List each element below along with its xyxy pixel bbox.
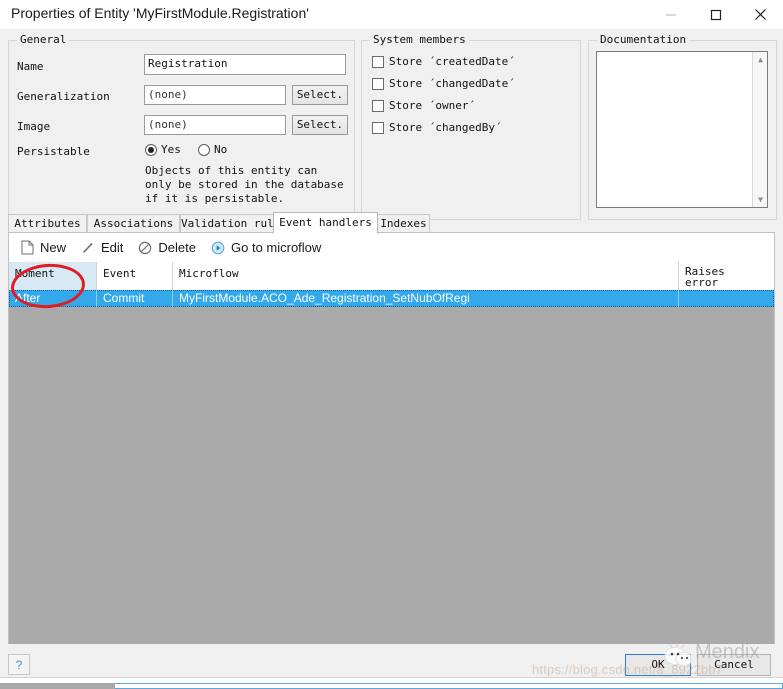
checkbox-icon (372, 78, 384, 90)
minimize-button[interactable] (648, 0, 693, 29)
window-title: Properties of Entity 'MyFirstModule.Regi… (11, 5, 309, 21)
taskbar-left-segment (0, 683, 115, 689)
scroll-up-icon[interactable]: ▲ (753, 52, 768, 67)
checkbox-icon (372, 56, 384, 68)
taskbar-strip (0, 683, 783, 689)
checkbox-label: Store ´owner´ (389, 99, 475, 112)
checkbox-icon (372, 100, 384, 112)
checkbox-store-created-date[interactable]: Store ´createdDate´ (372, 55, 515, 68)
tab-indexes[interactable]: Indexes (377, 214, 430, 233)
column-header-moment[interactable]: Moment (9, 262, 97, 290)
radio-selected-icon (145, 144, 157, 156)
event-handlers-grid: Moment Event Microflow Raises error Afte… (9, 262, 774, 665)
persistable-label: Persistable (17, 145, 90, 158)
new-button-label: New (40, 240, 66, 255)
persistable-yes-label: Yes (161, 143, 181, 156)
entity-properties-dialog: Properties of Entity 'MyFirstModule.Regi… (0, 0, 783, 689)
generalization-input[interactable]: (none) (144, 85, 286, 105)
delete-button-label: Delete (158, 240, 196, 255)
edit-button-label: Edit (101, 240, 123, 255)
documentation-group-title: Documentation (597, 33, 689, 46)
generalization-label: Generalization (17, 90, 110, 103)
new-button[interactable]: New (19, 240, 66, 256)
column-header-raises-error[interactable]: Raises error (679, 262, 774, 290)
new-document-icon (19, 240, 35, 256)
dialog-content: General Name Registration Generalization… (0, 29, 783, 644)
system-members-group: System members Store ´createdDate´ Store… (361, 40, 581, 220)
cell-microflow: MyFirstModule.ACO_Ade_Registration_SetNu… (173, 290, 679, 307)
tab-event-handlers[interactable]: Event handlers (273, 212, 378, 234)
go-to-microflow-button[interactable]: Go to microflow (210, 240, 321, 256)
checkbox-label: Store ´changedBy´ (389, 121, 502, 134)
system-members-group-title: System members (370, 33, 469, 46)
pencil-icon (80, 240, 96, 256)
grid-header-row: Moment Event Microflow Raises error (9, 262, 774, 291)
generalization-select-button[interactable]: Select. (292, 85, 348, 105)
tab-associations[interactable]: Associations (87, 214, 180, 233)
taskbar-right-segment (115, 683, 783, 689)
persistable-yes-radio[interactable]: Yes (145, 143, 181, 156)
general-group-title: General (17, 33, 69, 46)
tab-validation-rules[interactable]: Validation rules (180, 214, 282, 233)
checkbox-store-changed-by[interactable]: Store ´changedBy´ (372, 121, 502, 134)
checkbox-store-owner[interactable]: Store ´owner´ (372, 99, 475, 112)
name-label: Name (17, 60, 44, 73)
image-select-button[interactable]: Select. (292, 115, 348, 135)
go-to-microflow-label: Go to microflow (231, 240, 321, 255)
event-handlers-toolbar: New Edit (9, 233, 774, 262)
image-input[interactable]: (none) (144, 115, 286, 135)
column-header-event[interactable]: Event (97, 262, 173, 290)
checkbox-store-changed-date[interactable]: Store ´changedDate´ (372, 77, 515, 90)
play-circle-icon (210, 240, 226, 256)
cell-moment: After (9, 290, 97, 307)
documentation-scrollbar[interactable]: ▲ ▼ (752, 52, 767, 207)
persistable-no-label: No (214, 143, 227, 156)
image-label: Image (17, 120, 50, 133)
checkbox-icon (372, 122, 384, 134)
checkbox-label: Store ´changedDate´ (389, 77, 515, 90)
maximize-button[interactable] (693, 0, 738, 29)
watermark-brand: Mendix (695, 641, 759, 664)
persistable-no-radio[interactable]: No (198, 143, 227, 156)
documentation-textarea[interactable]: ▲ ▼ (596, 51, 768, 208)
persistable-hint: Objects of this entity can only be store… (145, 164, 345, 206)
scroll-down-icon[interactable]: ▼ (753, 192, 768, 207)
checkbox-label: Store ´createdDate´ (389, 55, 515, 68)
window-controls (648, 0, 783, 29)
help-button[interactable]: ? (8, 654, 30, 675)
no-entry-icon (137, 240, 153, 256)
close-button[interactable] (738, 0, 783, 29)
delete-button[interactable]: Delete (137, 240, 196, 256)
tab-strip: Attributes Associations Validation rules… (8, 212, 775, 233)
cell-raises-error (679, 290, 774, 307)
event-handlers-panel: New Edit (8, 232, 775, 666)
title-bar: Properties of Entity 'MyFirstModule.Regi… (0, 0, 783, 30)
edit-button[interactable]: Edit (80, 240, 123, 256)
tab-attributes[interactable]: Attributes (8, 214, 87, 233)
table-row[interactable]: After Commit MyFirstModule.ACO_Ade_Regis… (9, 290, 774, 307)
name-input[interactable]: Registration (144, 54, 346, 75)
column-header-microflow[interactable]: Microflow (173, 262, 679, 290)
watermark-wechat-logo (660, 641, 696, 669)
radio-empty-icon (198, 144, 210, 156)
general-group: General Name Registration Generalization… (8, 40, 355, 220)
documentation-group: Documentation ▲ ▼ (588, 40, 777, 220)
cell-event: Commit (97, 290, 173, 307)
